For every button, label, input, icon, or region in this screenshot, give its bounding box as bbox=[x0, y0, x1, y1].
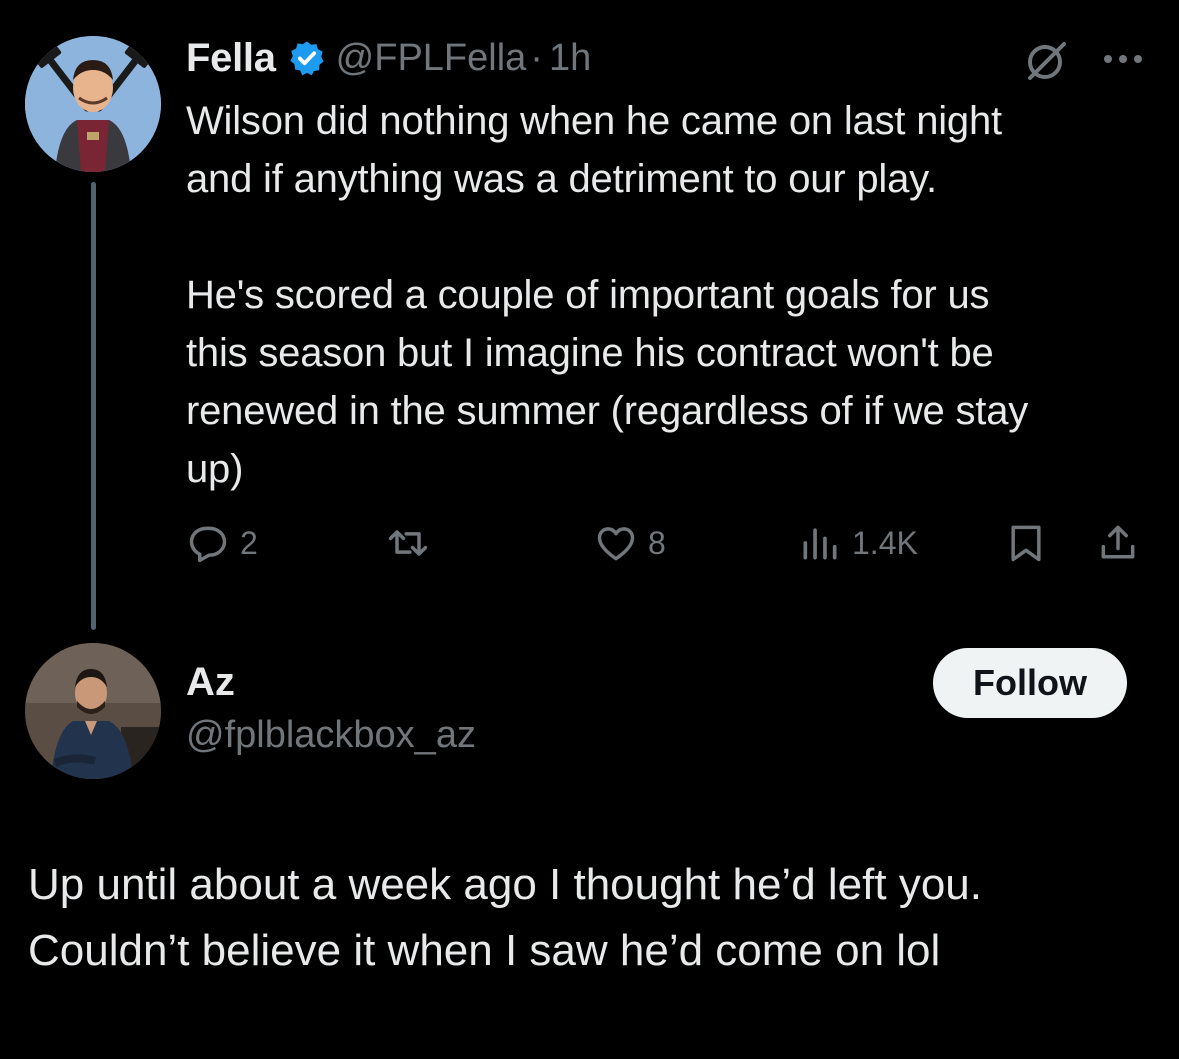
tweet-text-line: Couldn’t believe it when I saw he’d come… bbox=[28, 926, 941, 975]
tweet-text-line: up) bbox=[186, 447, 244, 491]
reply-tweet-text: Up until about a week ago I thought he’d… bbox=[28, 852, 1168, 984]
tweet-text-line: and if anything was a detriment to our p… bbox=[186, 157, 937, 201]
tweet-thread: Fella @FPLFella · 1h Wilson did nothing … bbox=[0, 0, 1179, 1059]
parent-tweet-text: Wilson did nothing when he came on last … bbox=[186, 92, 1166, 498]
views-button[interactable]: 1.4K bbox=[798, 515, 918, 571]
reply-count: 2 bbox=[240, 524, 258, 561]
follow-button[interactable]: Follow bbox=[933, 648, 1127, 718]
parent-tweet-header: Fella @FPLFella · 1h bbox=[186, 30, 591, 86]
avatar-fella[interactable] bbox=[25, 36, 161, 172]
handle-az[interactable]: @fplblackbox_az bbox=[186, 714, 476, 757]
grok-icon[interactable] bbox=[1024, 38, 1070, 84]
thread-connector-line bbox=[91, 182, 96, 630]
tweet-text-line: Wilson did nothing when he came on last … bbox=[186, 99, 1002, 143]
reply-button[interactable]: 2 bbox=[186, 515, 258, 571]
bookmark-icon bbox=[1011, 525, 1041, 562]
tweet-text-line: He's scored a couple of important goals … bbox=[186, 273, 990, 317]
share-icon bbox=[1101, 525, 1135, 559]
retweet-button[interactable] bbox=[386, 515, 440, 571]
views-chart-icon bbox=[803, 528, 837, 560]
heart-icon bbox=[597, 527, 635, 561]
like-count: 8 bbox=[648, 524, 666, 561]
share-button[interactable] bbox=[1096, 515, 1140, 571]
tweet-text-line: this season but I imagine his contract w… bbox=[186, 331, 994, 375]
verified-badge-icon bbox=[288, 39, 326, 77]
display-name-az[interactable]: Az bbox=[186, 660, 235, 705]
like-button[interactable]: 8 bbox=[594, 515, 666, 571]
tweet-text-line: Up until about a week ago I thought he’d… bbox=[28, 860, 982, 909]
bookmark-button[interactable] bbox=[1004, 515, 1048, 571]
retweet-icon bbox=[388, 530, 428, 556]
tweet-text-line: renewed in the summer (regardless of if … bbox=[186, 389, 1029, 433]
more-dots-icon[interactable] bbox=[1100, 44, 1146, 74]
display-name-fella[interactable]: Fella bbox=[186, 36, 276, 81]
avatar-az[interactable] bbox=[25, 643, 161, 779]
tweet-action-bar: 2 8 1.4K bbox=[186, 515, 1156, 571]
reply-icon bbox=[189, 526, 227, 563]
views-count: 1.4K bbox=[852, 524, 918, 561]
tweet-timestamp[interactable]: 1h bbox=[549, 37, 591, 80]
handle-fella[interactable]: @FPLFella bbox=[336, 37, 527, 80]
separator-dot: · bbox=[530, 36, 543, 79]
